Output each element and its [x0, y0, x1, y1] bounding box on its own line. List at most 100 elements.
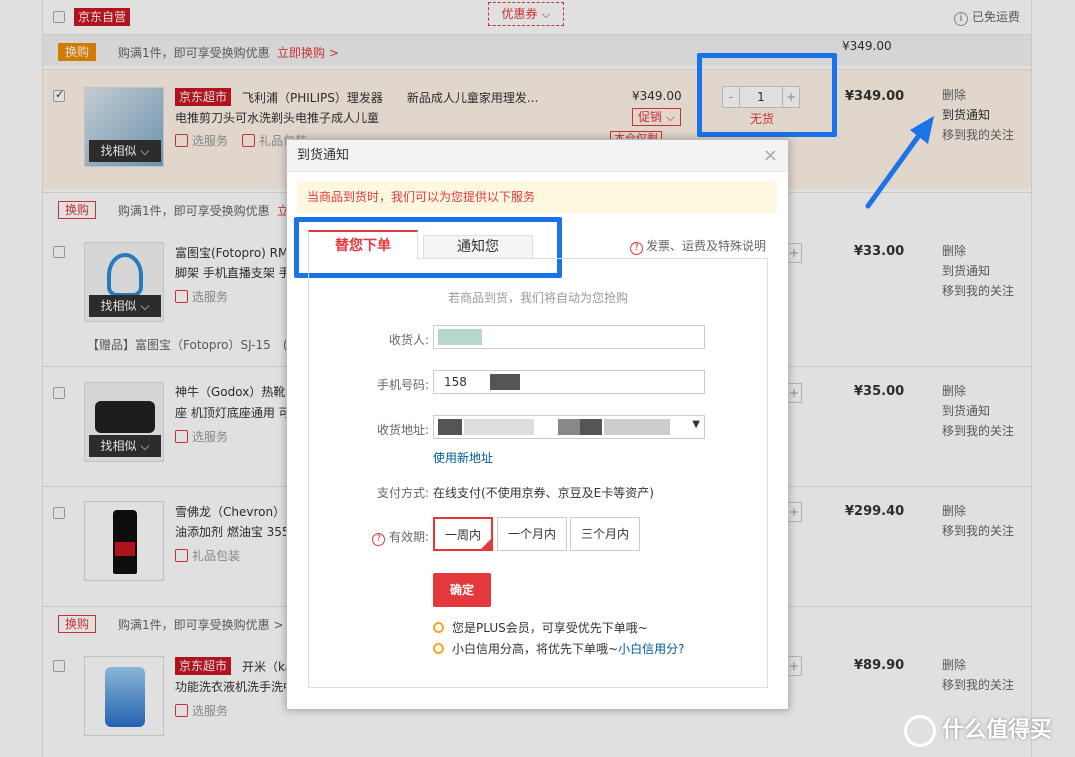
item-checkbox[interactable]	[53, 246, 65, 258]
gift-wrap[interactable]: 礼品包装	[175, 547, 240, 564]
find-similar-button[interactable]: 找相似 ⌵	[89, 140, 161, 162]
phone-input[interactable]: 158	[433, 370, 705, 394]
tip-plus: 您是PLUS会员，可享受优先下单哦~	[433, 619, 648, 636]
item-total: ¥349.00	[845, 89, 905, 104]
follow-link[interactable]: 移到我的关注	[942, 675, 1014, 695]
follow-link[interactable]: 移到我的关注	[942, 281, 1014, 301]
lightbulb-icon	[433, 643, 444, 654]
redacted-block	[604, 419, 670, 435]
gear-icon	[175, 134, 188, 147]
product-image[interactable]: 找相似 ⌵	[84, 382, 164, 462]
watermark: 什么值得买	[904, 712, 1052, 747]
swap-text: 购满1件，即可享受换购优惠 >	[118, 618, 284, 632]
tab-order-for-you[interactable]: 替您下单	[308, 230, 418, 260]
swap-tag: 换购	[58, 615, 97, 633]
product-title[interactable]: 神牛（Godox）热靴	[175, 383, 285, 400]
delete-link[interactable]: 删除	[942, 655, 1014, 675]
unit-price: ¥349.00	[632, 89, 682, 103]
product-title[interactable]: 开米（ka	[242, 658, 292, 675]
product-title[interactable]: 雪佛龙（Chevron）	[175, 503, 285, 520]
follow-link[interactable]: 移到我的关注	[942, 125, 1014, 145]
supermarket-tag: 京东超市	[175, 657, 232, 675]
shop-checkbox[interactable]	[53, 11, 65, 23]
dropdown-arrow-icon: ▼	[692, 419, 700, 430]
swap-link[interactable]: 立即换购 >	[277, 44, 339, 61]
order-panel: 若商品到货，我们将自动为您抢购 收货人: 手机号码: 158 收货地址: ▼ 使…	[308, 258, 768, 688]
product-image[interactable]: 找相似 ⌵	[84, 87, 164, 167]
confirm-button[interactable]: 确定	[433, 573, 491, 607]
credit-score-link[interactable]: 小白信用分?	[618, 642, 684, 656]
receiver-input[interactable]	[433, 325, 705, 349]
delete-link[interactable]: 删除	[942, 241, 1014, 261]
validity-label: ? 有效期:	[309, 528, 429, 546]
item-checkbox[interactable]	[53, 660, 65, 672]
redacted-block	[438, 419, 462, 435]
dialog-title: 到货通知	[297, 148, 350, 163]
item-operations: 删除 到货通知 移到我的关注	[942, 85, 1014, 145]
redacted-block	[490, 374, 520, 390]
redacted-block	[464, 419, 534, 435]
select-service[interactable]: 选服务	[175, 702, 228, 719]
follow-link[interactable]: 移到我的关注	[942, 521, 1014, 541]
phone-label: 手机号码:	[376, 378, 429, 392]
address-select[interactable]: ▼	[433, 415, 705, 439]
product-title-line2[interactable]: 油添加剂 燃油宝 355	[175, 523, 290, 540]
promo-button[interactable]: 促销 ⌵	[632, 108, 681, 126]
product-title-line2[interactable]: 功能洗衣液机洗手洗中	[175, 678, 295, 695]
gear-icon	[175, 290, 188, 303]
arrival-notice-dialog: 到货通知 × 当商品到货时，我们可以为您提供以下服务 替您下单 通知您 ? 发票、…	[286, 139, 789, 710]
question-icon: ?	[630, 242, 643, 255]
notify-link[interactable]: 到货通知	[942, 261, 1014, 281]
follow-link[interactable]: 移到我的关注	[942, 421, 1014, 441]
notify-link[interactable]: 到货通知	[942, 401, 1014, 421]
chevron-down-icon: ⌵	[541, 7, 551, 21]
product-image[interactable]	[84, 656, 164, 736]
item-operations: 删除 到货通知 移到我的关注	[942, 241, 1014, 301]
help-link[interactable]: ? 发票、运费及特殊说明	[630, 237, 766, 255]
item-operations: 删除 到货通知 移到我的关注	[942, 381, 1014, 441]
product-title[interactable]: 飞利浦（PHILIPS）理发器 新品成人儿童家用理发...	[242, 89, 538, 106]
validity-three-months[interactable]: 三个月内	[570, 517, 640, 551]
gear-icon	[175, 704, 188, 717]
product-image[interactable]	[84, 501, 164, 581]
notify-link[interactable]: 到货通知	[942, 105, 1014, 125]
validity-one-week[interactable]: 一周内	[433, 517, 493, 551]
address-label: 收货地址:	[376, 423, 429, 437]
watermark-logo-icon	[904, 715, 936, 747]
swap-text: 购满1件，即可享受换购优惠	[118, 204, 270, 218]
item-checkbox[interactable]	[53, 387, 65, 399]
item-total: ¥89.90	[854, 658, 905, 673]
detergent-graphic	[105, 667, 145, 727]
payment-label: 支付方式:	[376, 486, 429, 500]
select-service[interactable]: 选服务	[175, 132, 228, 149]
new-address-link[interactable]: 使用新地址	[433, 449, 493, 466]
redacted-block	[580, 419, 602, 435]
select-service[interactable]: 选服务	[175, 288, 228, 305]
product-title-line2[interactable]: 电推剪刀头可水洗剃头电推子成人儿童	[175, 109, 379, 126]
swap-bar: 换购 购满1件，即可享受换购优惠 立即换购 > ¥349.00	[42, 34, 1032, 66]
product-title-line2[interactable]: 脚架 手机直播支架 手	[175, 264, 291, 281]
delete-link[interactable]: 删除	[942, 381, 1014, 401]
redacted-block	[558, 419, 580, 435]
coupon-button[interactable]: 优惠券 ⌵	[488, 2, 564, 26]
item-checkbox[interactable]	[53, 507, 65, 519]
find-similar-button[interactable]: 找相似 ⌵	[89, 435, 161, 457]
product-title[interactable]: 富图宝(Fotopro) RM	[175, 244, 288, 261]
find-similar-button[interactable]: 找相似 ⌵	[89, 295, 161, 317]
product-image[interactable]: 找相似 ⌵	[84, 242, 164, 322]
delete-link[interactable]: 删除	[942, 501, 1014, 521]
close-icon[interactable]: ×	[763, 140, 778, 172]
self-run-tag: 京东自营	[74, 8, 131, 26]
question-icon: ?	[371, 533, 385, 546]
gift-icon	[175, 549, 188, 562]
swap-text: 购满1件，即可享受换购优惠	[118, 46, 270, 60]
item-checkbox[interactable]	[53, 88, 65, 102]
tip-credit: 小白信用分高，将优先下单哦~小白信用分?	[433, 640, 684, 657]
delete-link[interactable]: 删除	[942, 85, 1014, 105]
product-title-line2[interactable]: 座 机顶灯底座通用 可	[175, 404, 291, 421]
free-shipping-label: i 已免运费	[954, 8, 1020, 26]
select-service[interactable]: 选服务	[175, 428, 228, 445]
validity-one-month[interactable]: 一个月内	[497, 517, 567, 551]
item-total: ¥299.40	[845, 504, 905, 519]
swap-tag: 换购	[58, 201, 97, 219]
